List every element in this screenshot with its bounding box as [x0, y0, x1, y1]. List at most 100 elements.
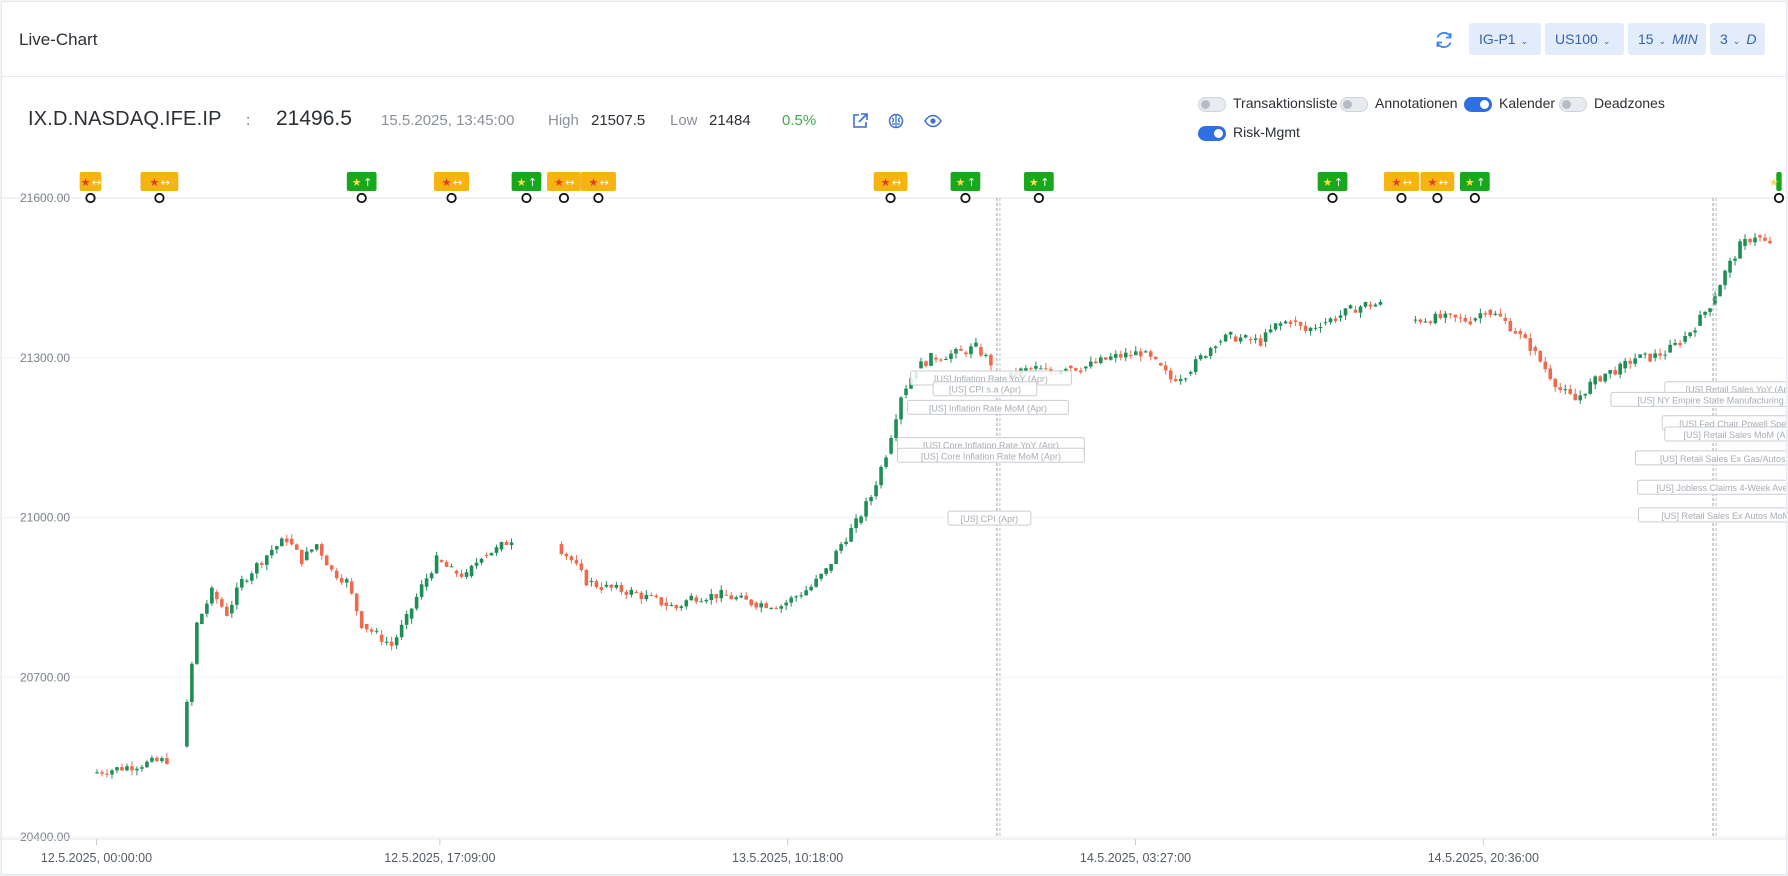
- candle-body: [454, 570, 459, 574]
- calendar-event[interactable]: [US] Retail Sales Ex Gas/Autos (Apr): [1634, 450, 1786, 466]
- refresh-icon[interactable]: [1432, 28, 1456, 52]
- signal-badge[interactable]: [1420, 172, 1455, 191]
- candle-body: [294, 544, 299, 550]
- candle-body: [1553, 378, 1558, 388]
- candle-body: [364, 624, 369, 630]
- signal-star-icon: ★: [352, 176, 362, 189]
- signal-anchor-point: [593, 192, 604, 204]
- x-tick-label: 12.5.2025, 17:09:00: [384, 851, 495, 865]
- candle-body: [344, 579, 349, 583]
- signal-badge[interactable]: [547, 172, 581, 191]
- candle-body: [1303, 325, 1308, 332]
- candle-body: [1753, 237, 1757, 243]
- candle-body: [1603, 373, 1607, 382]
- candle-body: [1368, 304, 1373, 307]
- signal-anchor-point: [1327, 192, 1338, 204]
- candle-body: [165, 758, 169, 764]
- candle-body: [714, 593, 719, 599]
- candle-body: [225, 606, 229, 616]
- candle-body: [874, 485, 878, 497]
- candle-body: [1323, 322, 1328, 324]
- signal-badge[interactable]: [1383, 172, 1419, 191]
- calendar-event[interactable]: [US] CPI (Apr): [947, 510, 1032, 526]
- candle-body: [399, 624, 404, 638]
- candle-body: [504, 542, 509, 546]
- signal-badge[interactable]: [434, 172, 470, 191]
- toggle-switch[interactable]: [1464, 97, 1492, 112]
- candle-body: [959, 349, 963, 351]
- candle-body: [1658, 353, 1662, 356]
- candle-body: [1348, 305, 1353, 309]
- candle-body: [1213, 346, 1218, 349]
- candle-body: [1358, 306, 1363, 313]
- price-chart[interactable]: 21600.00 21300.00 21000.00 20700.00 20400.00…: [0, 165, 1786, 875]
- candle-body: [729, 595, 734, 600]
- candle-body: [1193, 359, 1198, 373]
- candle-body: [105, 773, 109, 775]
- calendar-event-label: [US] Retail Sales Ex Autos MoM (Apr): [1662, 511, 1786, 521]
- candle-body: [1533, 347, 1538, 352]
- candle-body: [205, 603, 209, 614]
- brain-icon[interactable]: [887, 112, 905, 130]
- candle-body: [1253, 338, 1258, 340]
- signal-badge[interactable]: [580, 172, 616, 191]
- candle-body: [414, 596, 419, 609]
- candle-body: [1353, 309, 1358, 313]
- low-value: 21484: [709, 112, 751, 129]
- candle-body: [669, 605, 674, 607]
- candle-body: [774, 607, 778, 609]
- toggle-switch[interactable]: [1559, 97, 1587, 112]
- arrow-both-icon: ↔: [161, 176, 170, 189]
- candle-body: [1343, 308, 1348, 316]
- candle-body: [919, 361, 923, 369]
- candle-body: [1428, 321, 1433, 324]
- toggle-switch[interactable]: [1198, 97, 1226, 112]
- account-select[interactable]: IG-P1 ⌄: [1469, 23, 1541, 55]
- candle-body: [1618, 363, 1622, 375]
- calendar-event[interactable]: [US] Core Inflation Rate MoM (Apr): [897, 447, 1085, 463]
- signal-star-icon: ★: [881, 176, 891, 189]
- candle-body: [1273, 323, 1278, 330]
- candle-body: [644, 594, 649, 600]
- candle-body: [1328, 318, 1333, 323]
- candle-body: [799, 595, 803, 597]
- candle-body: [979, 347, 983, 356]
- candle-body: [1598, 376, 1603, 382]
- instrument-select[interactable]: US100 ⌄: [1545, 23, 1624, 55]
- calendar-event[interactable]: [US] Retail Sales Ex Autos MoM (Apr): [1637, 507, 1786, 523]
- candle-body: [259, 563, 264, 565]
- interval-select[interactable]: 15 ⌄ MIN: [1628, 23, 1706, 55]
- candle-body: [1044, 368, 1048, 370]
- candle-body: [574, 560, 579, 564]
- signal-star-icon: ★: [1427, 176, 1437, 189]
- signal-star-icon: ★: [442, 176, 452, 189]
- candle-body: [1108, 356, 1113, 360]
- candle-body: [1288, 321, 1293, 324]
- signal-badge[interactable]: [140, 172, 179, 191]
- candle-body: [264, 555, 269, 565]
- candle-body: [489, 552, 494, 556]
- calendar-event-label: [US] NY Empire State Manufacturing Index…: [1637, 395, 1786, 405]
- candle-body: [809, 586, 813, 591]
- calendar-event[interactable]: [US] Retail Sales MoM (Apr): [1664, 426, 1786, 442]
- candle-body: [1483, 313, 1488, 315]
- candle-body: [1313, 327, 1318, 329]
- candle-body: [1094, 361, 1098, 364]
- candle-body: [829, 563, 833, 571]
- toggle-switch[interactable]: [1340, 97, 1368, 112]
- toggle-switch[interactable]: [1198, 126, 1226, 141]
- range-select[interactable]: 3 ⌄ D: [1710, 23, 1765, 55]
- candle-body: [1118, 354, 1123, 358]
- calendar-event[interactable]: [US] Inflation Rate MoM (Apr): [907, 399, 1069, 415]
- external-link-icon[interactable]: [851, 112, 869, 130]
- eye-icon[interactable]: [924, 112, 942, 130]
- signal-badge[interactable]: [873, 172, 908, 191]
- calendar-event[interactable]: [US] CPI s.a (Apr): [932, 381, 1038, 397]
- candle-body: [1748, 238, 1752, 243]
- calendar-event[interactable]: [US] NY Empire State Manufacturing Index…: [1610, 391, 1786, 407]
- arrow-both-icon: ↔: [1403, 176, 1412, 189]
- candle-body: [1163, 365, 1168, 371]
- calendar-event[interactable]: [US] Jobless Claims 4-Week Average: [1637, 479, 1786, 495]
- candle-body: [1488, 309, 1493, 315]
- candle-body: [1643, 353, 1647, 355]
